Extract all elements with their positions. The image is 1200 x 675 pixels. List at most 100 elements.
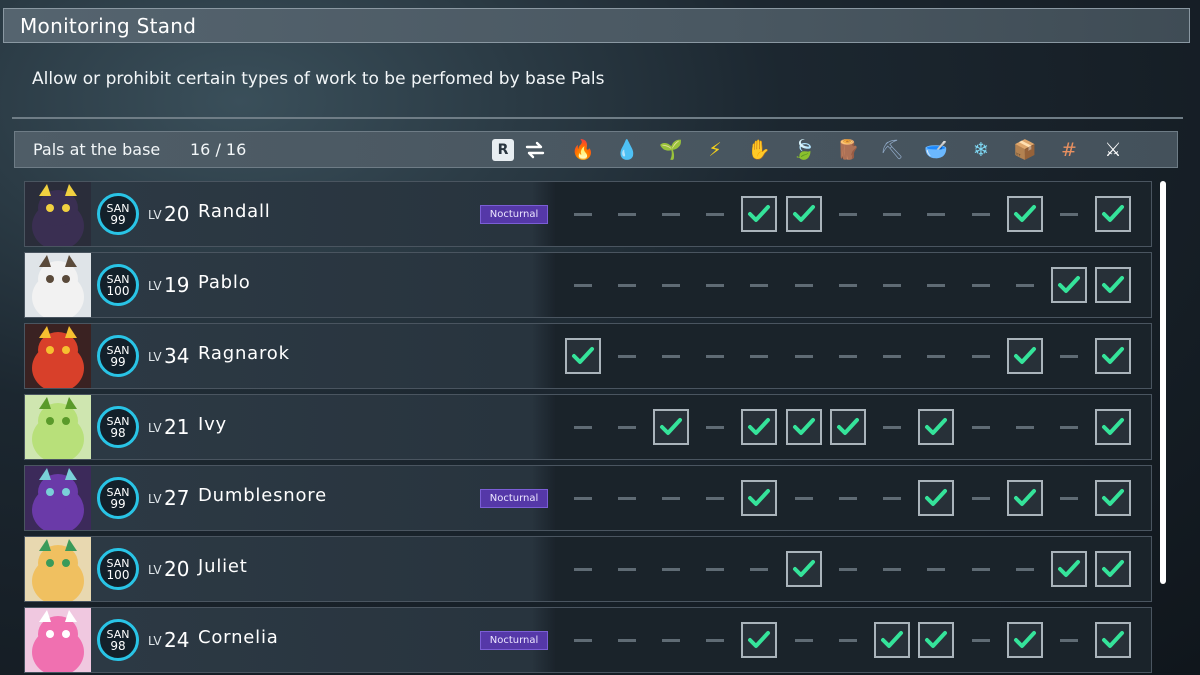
work-unavailable-toggle[interactable]	[565, 622, 601, 658]
work-allowed-toggle[interactable]	[741, 196, 777, 232]
planting-icon[interactable]: 🌱	[657, 136, 685, 164]
work-unavailable-toggle[interactable]	[1007, 551, 1043, 587]
work-unavailable-toggle[interactable]	[1051, 338, 1087, 374]
work-unavailable-toggle[interactable]	[697, 622, 733, 658]
work-unavailable-toggle[interactable]	[697, 409, 733, 445]
work-unavailable-toggle[interactable]	[741, 551, 777, 587]
gathering-icon[interactable]: 🍃	[790, 136, 818, 164]
work-unavailable-toggle[interactable]	[653, 480, 689, 516]
work-unavailable-toggle[interactable]	[1051, 196, 1087, 232]
work-allowed-toggle[interactable]	[1095, 480, 1131, 516]
work-unavailable-toggle[interactable]	[609, 480, 645, 516]
work-allowed-toggle[interactable]	[741, 409, 777, 445]
work-allowed-toggle[interactable]	[918, 480, 954, 516]
work-unavailable-toggle[interactable]	[565, 267, 601, 303]
work-unavailable-toggle[interactable]	[565, 480, 601, 516]
scrollbar[interactable]	[1160, 181, 1166, 584]
work-unavailable-toggle[interactable]	[963, 409, 999, 445]
work-allowed-toggle[interactable]	[1095, 622, 1131, 658]
work-unavailable-toggle[interactable]	[963, 338, 999, 374]
work-unavailable-toggle[interactable]	[963, 196, 999, 232]
combat-icon[interactable]: ⚔	[1099, 136, 1127, 164]
work-unavailable-toggle[interactable]	[565, 196, 601, 232]
work-unavailable-toggle[interactable]	[963, 622, 999, 658]
work-allowed-toggle[interactable]	[1095, 267, 1131, 303]
work-allowed-toggle[interactable]	[1007, 622, 1043, 658]
work-unavailable-toggle[interactable]	[653, 622, 689, 658]
electricity-icon[interactable]: ⚡	[701, 136, 729, 164]
work-unavailable-toggle[interactable]	[653, 267, 689, 303]
work-allowed-toggle[interactable]	[786, 196, 822, 232]
pal-row[interactable]: SAN 100 LV 19 Pablo	[24, 252, 1152, 318]
work-unavailable-toggle[interactable]	[1007, 409, 1043, 445]
work-unavailable-toggle[interactable]	[830, 480, 866, 516]
work-unavailable-toggle[interactable]	[830, 622, 866, 658]
work-unavailable-toggle[interactable]	[786, 338, 822, 374]
sort-key-button[interactable]: R	[492, 139, 514, 161]
work-unavailable-toggle[interactable]	[830, 551, 866, 587]
work-unavailable-toggle[interactable]	[874, 480, 910, 516]
pal-row[interactable]: SAN 99 LV 20 Randall Nocturnal	[24, 181, 1152, 247]
work-unavailable-toggle[interactable]	[653, 551, 689, 587]
medicine-icon[interactable]: 🥣	[922, 136, 950, 164]
work-unavailable-toggle[interactable]	[609, 338, 645, 374]
pal-row[interactable]: SAN 98 LV 21 Ivy	[24, 394, 1152, 460]
work-allowed-toggle[interactable]	[1007, 196, 1043, 232]
work-allowed-toggle[interactable]	[786, 551, 822, 587]
work-unavailable-toggle[interactable]	[786, 622, 822, 658]
mining-icon[interactable]: ⛏	[878, 136, 906, 164]
transporting-icon[interactable]: 📦	[1011, 136, 1039, 164]
work-unavailable-toggle[interactable]	[1051, 480, 1087, 516]
work-allowed-toggle[interactable]	[1051, 267, 1087, 303]
work-unavailable-toggle[interactable]	[918, 338, 954, 374]
work-unavailable-toggle[interactable]	[697, 480, 733, 516]
work-unavailable-toggle[interactable]	[697, 196, 733, 232]
work-allowed-toggle[interactable]	[1095, 409, 1131, 445]
pal-row[interactable]: SAN 99 LV 27 Dumblesnore Nocturnal	[24, 465, 1152, 531]
swap-icon[interactable]	[523, 138, 547, 162]
work-unavailable-toggle[interactable]	[1007, 267, 1043, 303]
kindling-icon[interactable]: 🔥	[569, 136, 597, 164]
work-unavailable-toggle[interactable]	[874, 338, 910, 374]
work-allowed-toggle[interactable]	[741, 622, 777, 658]
work-unavailable-toggle[interactable]	[963, 551, 999, 587]
pal-row[interactable]: SAN 98 LV 24 Cornelia Nocturnal	[24, 607, 1152, 673]
work-unavailable-toggle[interactable]	[609, 409, 645, 445]
work-unavailable-toggle[interactable]	[1051, 622, 1087, 658]
work-allowed-toggle[interactable]	[918, 409, 954, 445]
work-unavailable-toggle[interactable]	[963, 480, 999, 516]
farming-icon[interactable]: #	[1055, 136, 1083, 164]
work-allowed-toggle[interactable]	[1095, 338, 1131, 374]
work-unavailable-toggle[interactable]	[874, 551, 910, 587]
work-unavailable-toggle[interactable]	[697, 338, 733, 374]
work-unavailable-toggle[interactable]	[918, 196, 954, 232]
work-allowed-toggle[interactable]	[830, 409, 866, 445]
work-unavailable-toggle[interactable]	[1051, 409, 1087, 445]
work-unavailable-toggle[interactable]	[830, 267, 866, 303]
work-unavailable-toggle[interactable]	[874, 409, 910, 445]
work-allowed-toggle[interactable]	[741, 480, 777, 516]
work-allowed-toggle[interactable]	[1095, 551, 1131, 587]
work-allowed-toggle[interactable]	[1007, 338, 1043, 374]
work-allowed-toggle[interactable]	[786, 409, 822, 445]
work-unavailable-toggle[interactable]	[609, 196, 645, 232]
work-allowed-toggle[interactable]	[565, 338, 601, 374]
lumbering-icon[interactable]: 🪵	[834, 136, 862, 164]
work-unavailable-toggle[interactable]	[786, 480, 822, 516]
watering-icon[interactable]: 💧	[613, 136, 641, 164]
handiwork-icon[interactable]: ✋	[745, 136, 773, 164]
work-unavailable-toggle[interactable]	[830, 338, 866, 374]
work-allowed-toggle[interactable]	[874, 622, 910, 658]
work-unavailable-toggle[interactable]	[697, 551, 733, 587]
work-unavailable-toggle[interactable]	[653, 338, 689, 374]
work-unavailable-toggle[interactable]	[565, 409, 601, 445]
work-unavailable-toggle[interactable]	[741, 338, 777, 374]
pal-row[interactable]: SAN 100 LV 20 Juliet	[24, 536, 1152, 602]
work-unavailable-toggle[interactable]	[609, 267, 645, 303]
work-allowed-toggle[interactable]	[1007, 480, 1043, 516]
work-allowed-toggle[interactable]	[653, 409, 689, 445]
work-unavailable-toggle[interactable]	[830, 196, 866, 232]
pal-row[interactable]: SAN 99 LV 34 Ragnarok	[24, 323, 1152, 389]
work-unavailable-toggle[interactable]	[874, 267, 910, 303]
work-unavailable-toggle[interactable]	[653, 196, 689, 232]
